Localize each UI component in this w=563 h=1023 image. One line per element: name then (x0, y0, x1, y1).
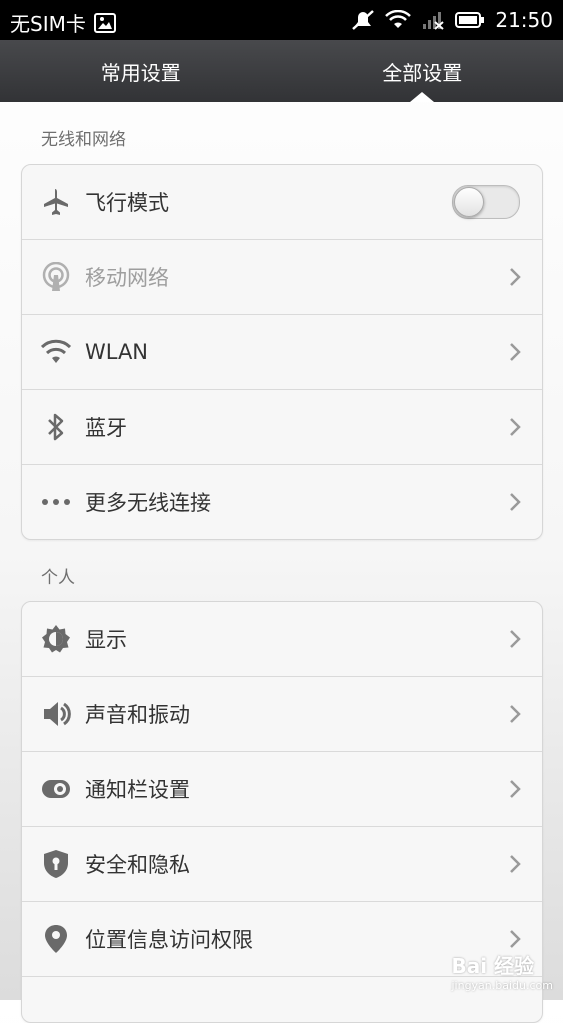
row-label: 飞行模式 (85, 187, 452, 217)
chevron-right-icon (508, 417, 522, 437)
airplane-icon (41, 187, 71, 217)
watermark-brand: Bai 经验 (451, 954, 534, 978)
row-label: WLAN (85, 340, 508, 364)
tab-bar: 常用设置 全部设置 (0, 40, 563, 102)
row-label: 蓝牙 (85, 412, 508, 442)
wifi-status-icon (385, 10, 411, 30)
row-wlan[interactable]: WLAN (22, 315, 542, 390)
row-label: 通知栏设置 (85, 774, 508, 804)
row-display[interactable]: 显示 (22, 602, 542, 677)
brightness-icon (41, 624, 71, 654)
row-label: 显示 (85, 624, 508, 654)
row-notification-bar[interactable]: 通知栏设置 (22, 752, 542, 827)
row-security-privacy[interactable]: 安全和隐私 (22, 827, 542, 902)
image-notification-icon (94, 13, 116, 33)
row-label: 位置信息访问权限 (85, 924, 508, 954)
notification-toggle-icon (41, 774, 71, 804)
row-more-wireless[interactable]: 更多无线连接 (22, 465, 542, 539)
tab-common-settings[interactable]: 常用设置 (0, 40, 282, 102)
section-header-wireless: 无线和网络 (41, 125, 126, 150)
row-bluetooth[interactable]: 蓝牙 (22, 390, 542, 465)
row-label: 声音和振动 (85, 699, 508, 729)
chevron-right-icon (508, 704, 522, 724)
row-label: 更多无线连接 (85, 487, 508, 517)
watermark-url: jingyan.baidu.com (451, 979, 553, 992)
tab-all-settings[interactable]: 全部设置 (282, 40, 563, 102)
row-sound-vibration[interactable]: 声音和振动 (22, 677, 542, 752)
row-label: 安全和隐私 (85, 849, 508, 879)
tab-label: 常用设置 (101, 57, 181, 86)
chevron-right-icon (508, 267, 522, 287)
chevron-right-icon (508, 779, 522, 799)
row-mobile-network[interactable]: 移动网络 (22, 240, 542, 315)
chevron-right-icon (508, 629, 522, 649)
speaker-icon (41, 699, 71, 729)
bluetooth-icon (41, 412, 71, 442)
cellular-antenna-icon (41, 262, 71, 292)
clock-text: 21:50 (495, 8, 553, 32)
battery-icon (455, 11, 485, 29)
baidu-watermark: Bai 经验 jingyan.baidu.com (451, 950, 553, 992)
mute-icon (351, 9, 375, 31)
airplane-mode-toggle[interactable] (452, 185, 520, 219)
active-tab-indicator (410, 92, 434, 102)
wifi-icon (41, 337, 71, 367)
carrier-text: 无SIM卡 (10, 8, 86, 37)
chevron-right-icon (508, 929, 522, 949)
row-airplane-mode[interactable]: 飞行模式 (22, 165, 542, 240)
chevron-right-icon (508, 492, 522, 512)
more-dots-icon (41, 487, 71, 517)
shield-lock-icon (41, 849, 71, 879)
section-header-personal: 个人 (41, 563, 75, 588)
no-signal-icon (421, 10, 445, 30)
settings-group-wireless: 飞行模式 移动网络 WLAN 蓝牙 更多无线连接 (21, 164, 543, 540)
row-label: 移动网络 (85, 262, 508, 292)
location-pin-icon (41, 924, 71, 954)
chevron-right-icon (508, 342, 522, 362)
toggle-knob (454, 187, 484, 217)
status-bar: 无SIM卡 21:50 (0, 0, 563, 40)
chevron-right-icon (508, 854, 522, 874)
tab-label: 全部设置 (382, 57, 462, 86)
